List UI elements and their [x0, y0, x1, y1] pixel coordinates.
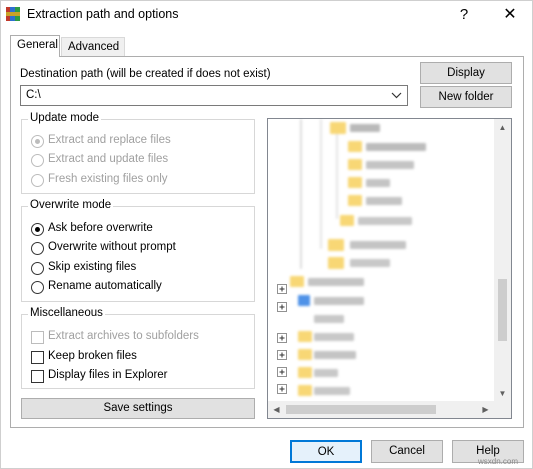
scroll-up-icon[interactable]: ▲: [494, 119, 511, 136]
cancel-button[interactable]: Cancel: [371, 440, 443, 463]
update-mode-group: Update mode Extract and replace files Ex…: [21, 112, 255, 194]
tree-vertical-scrollbar[interactable]: ▲ ▼: [494, 119, 511, 402]
help-icon-button[interactable]: ?: [447, 1, 481, 29]
scroll-left-icon[interactable]: ◀: [268, 401, 285, 418]
overwrite-mode-group: Overwrite mode Ask before overwrite Over…: [21, 199, 255, 302]
miscellaneous-title: Miscellaneous: [28, 307, 105, 319]
checkbox[interactable]: [31, 331, 44, 344]
destination-path-value: C:\: [26, 89, 41, 101]
radio-button[interactable]: [31, 154, 44, 167]
expand-plus-icon[interactable]: [277, 384, 287, 394]
chevron-down-icon[interactable]: [391, 89, 402, 101]
checkbox-label: Keep broken files: [48, 350, 137, 362]
vertical-scroll-thumb[interactable]: [498, 279, 507, 341]
radio-label: Rename automatically: [48, 280, 162, 292]
checkbox-label: Display files in Explorer: [48, 369, 168, 381]
watermark-text: wsxdn.com: [478, 457, 519, 466]
checkbox-label: Extract archives to subfolders: [48, 330, 199, 342]
expand-plus-icon[interactable]: [277, 284, 287, 294]
extraction-dialog: Extraction path and options ? ✕ General …: [0, 0, 533, 469]
tab-advanced[interactable]: Advanced: [61, 37, 125, 56]
expand-plus-icon[interactable]: [277, 350, 287, 360]
radio-label: Overwrite without prompt: [48, 241, 176, 253]
new-folder-button[interactable]: New folder: [420, 86, 512, 108]
expand-plus-icon[interactable]: [277, 367, 287, 377]
radio-button[interactable]: [31, 262, 44, 275]
tab-general[interactable]: General: [10, 35, 60, 57]
scroll-right-icon[interactable]: ▶: [477, 401, 494, 418]
title-bar: Extraction path and options ? ✕: [1, 1, 532, 29]
destination-path-label: Destination path (will be created if doe…: [20, 68, 271, 80]
radio-label: Skip existing files: [48, 261, 137, 273]
radio-button[interactable]: [31, 242, 44, 255]
expand-plus-icon[interactable]: [277, 333, 287, 343]
checkbox[interactable]: [31, 370, 44, 383]
save-settings-button[interactable]: Save settings: [21, 398, 255, 419]
miscellaneous-group: Miscellaneous Extract archives to subfol…: [21, 307, 255, 389]
scroll-down-icon[interactable]: ▼: [494, 385, 511, 402]
expand-plus-icon[interactable]: [277, 302, 287, 312]
ok-button[interactable]: OK: [290, 440, 362, 463]
radio-button[interactable]: [31, 174, 44, 187]
winrar-app-icon: [6, 7, 20, 21]
radio-button[interactable]: [31, 223, 44, 236]
radio-label: Extract and update files: [48, 153, 169, 165]
radio-button[interactable]: [31, 135, 44, 148]
horizontal-scroll-thumb[interactable]: [286, 405, 436, 414]
radio-label: Ask before overwrite: [48, 222, 153, 234]
checkbox[interactable]: [31, 351, 44, 364]
window-title: Extraction path and options: [27, 7, 179, 21]
close-icon-button[interactable]: ✕: [493, 1, 527, 29]
radio-button[interactable]: [31, 281, 44, 294]
radio-label: Fresh existing files only: [48, 173, 168, 185]
overwrite-mode-title: Overwrite mode: [28, 199, 114, 211]
update-mode-title: Update mode: [28, 112, 102, 124]
destination-path-combobox[interactable]: C:\: [20, 85, 408, 106]
tree-horizontal-scrollbar[interactable]: ◀ ▶: [268, 401, 494, 418]
scrollbar-corner: [494, 401, 511, 418]
display-button[interactable]: Display: [420, 62, 512, 84]
radio-label: Extract and replace files: [48, 134, 171, 146]
folder-tree-view[interactable]: ▲ ▼ ◀ ▶: [267, 118, 512, 419]
